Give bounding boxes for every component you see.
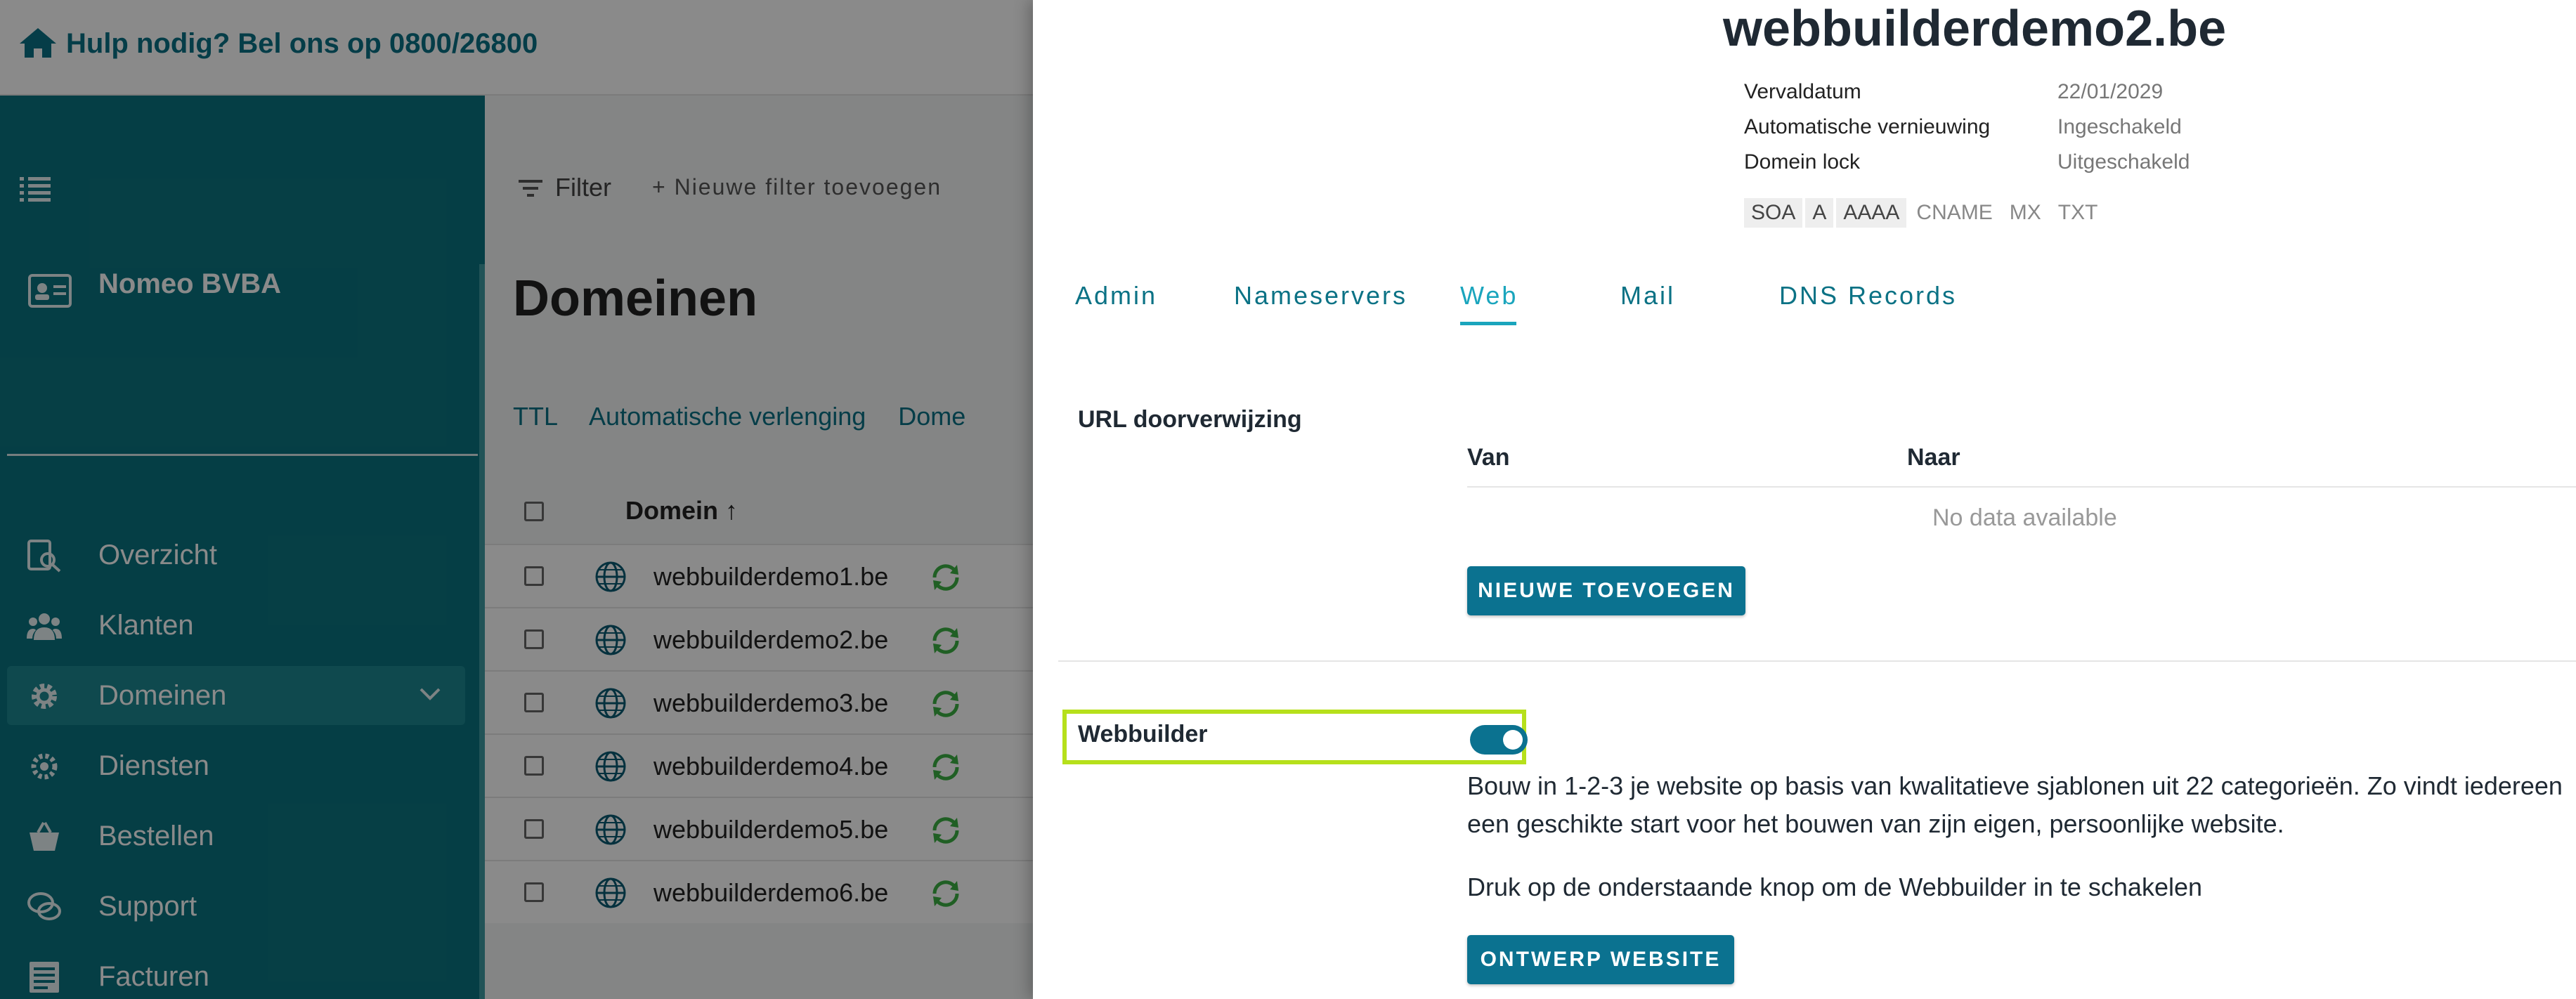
empty-state-text: No data available	[1932, 504, 2117, 531]
tab-admin[interactable]: Admin	[1075, 281, 1157, 311]
toggle-knob	[1503, 730, 1523, 750]
column-header-van[interactable]: Van	[1467, 444, 1509, 471]
tab-web[interactable]: Web	[1460, 281, 1518, 311]
drawer-title: webbuilderdemo2.be	[1723, 1, 2227, 57]
table-divider	[1467, 486, 2576, 488]
info-key: Domein lock	[1744, 150, 1861, 174]
webbuilder-label: Webbuilder	[1078, 721, 1208, 747]
domain-detail-drawer: webbuilderdemo2.be Vervaldatum 22/01/202…	[1033, 0, 2576, 999]
info-value: 22/01/2029	[2057, 80, 2164, 103]
webbuilder-description: Bouw in 1-2-3 je website op basis van kw…	[1467, 771, 2563, 838]
info-key: Vervaldatum	[1744, 80, 1861, 103]
tab-mail[interactable]: Mail	[1620, 281, 1675, 311]
tab-dns-records[interactable]: DNS Records	[1779, 281, 1957, 311]
record-badge: A	[1805, 198, 1834, 228]
info-value: Ingeschakeld	[2057, 115, 2182, 138]
webbuilder-toggle[interactable]	[1470, 725, 1528, 755]
column-header-naar[interactable]: Naar	[1907, 444, 1960, 471]
record-badge: SOA	[1744, 198, 1803, 228]
section-divider	[1058, 660, 2576, 662]
info-key: Automatische vernieuwing	[1744, 115, 1991, 138]
active-tab-indicator	[1460, 322, 1516, 325]
info-value: Uitgeschakeld	[2057, 150, 2190, 174]
record-badge: AAAA	[1836, 198, 1907, 228]
tab-nameservers[interactable]: Nameservers	[1234, 281, 1407, 311]
drawer-tabs: Admin Nameservers Web Mail DNS Records	[1075, 267, 2572, 344]
url-redirect-label: URL doorverwijzing	[1078, 406, 1302, 433]
record-badge: TXT	[2057, 201, 2098, 224]
record-types: SOA A AAAA CNAME MX TXT	[1744, 198, 2107, 228]
record-badge: MX	[2009, 201, 2041, 224]
design-website-button[interactable]: ONTWERP WEBSITE	[1467, 935, 1734, 984]
record-badge: CNAME	[1916, 201, 1993, 224]
add-redirect-button[interactable]: NIEUWE TOEVOEGEN	[1467, 566, 1745, 615]
webbuilder-instruction: Druk op de onderstaande knop om de Webbu…	[1467, 873, 2203, 901]
